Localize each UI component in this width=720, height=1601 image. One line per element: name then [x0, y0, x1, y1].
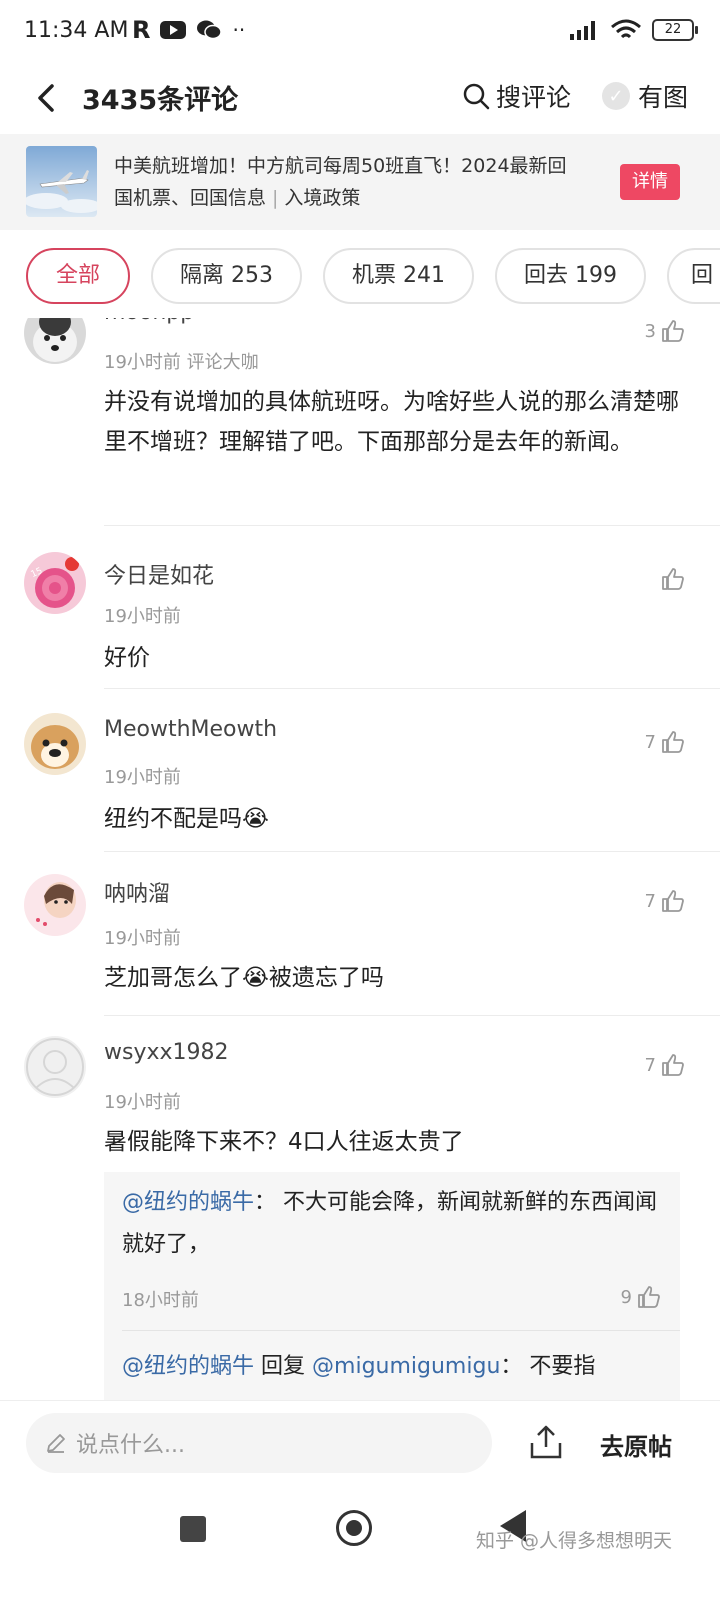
- avatar[interactable]: [24, 318, 86, 364]
- wechat-icon: [197, 20, 223, 40]
- like-count: 7: [644, 890, 656, 912]
- tab-quarantine[interactable]: 隔离 253: [151, 248, 302, 304]
- header: 3435条评论 搜评论 ✓ 有图: [0, 64, 720, 134]
- comment-input-placeholder: 说点什么...: [76, 1433, 185, 1458]
- comment-author[interactable]: moonpp: [104, 318, 194, 325]
- tab-go-back[interactable]: 回去 199: [495, 248, 646, 304]
- comment-text: 暑假能降下来不？4口人往返太贵了: [104, 1129, 464, 1155]
- crying-emoji: 😭: [242, 965, 269, 991]
- comment-item: MeowthMeowth 19小时前 7 纽约不配是吗😭: [0, 689, 720, 852]
- divider: [122, 1330, 680, 1331]
- comment-item: wsyxx1982 19小时前 7 暑假能降下来不？4口人往返太贵了 @纽约的蜗…: [0, 1016, 720, 1400]
- comment-meta: 19小时前 评论大咖: [104, 352, 259, 373]
- page-title: 3435条评论: [82, 85, 239, 116]
- back-arrow-icon[interactable]: [28, 78, 68, 118]
- comment-item: moonpp 19小时前 评论大咖 3 并没有说增加的具体航班呀。为啥好些人说的…: [0, 318, 720, 526]
- filter-tabs: 全部 隔离 253 机票 241 回去 199 回: [0, 248, 720, 308]
- banner-headline[interactable]: 中美航班增加！中方航司每周50班直飞！2024最新回 国机票、回国信息 | 入境政策: [114, 150, 610, 214]
- avatar[interactable]: 15: [24, 552, 86, 614]
- like-button[interactable]: 9: [621, 1284, 662, 1310]
- like-button[interactable]: 7: [645, 1052, 686, 1078]
- ad-banner[interactable]: 中美航班增加！中方航司每周50班直飞！2024最新回 国机票、回国信息 | 入境政策…: [0, 134, 720, 230]
- search-comments-label: 搜评论: [496, 83, 572, 112]
- comment-author[interactable]: wsyxx1982: [104, 1040, 229, 1065]
- thumbs-up-icon: [662, 568, 684, 590]
- wifi-icon: [611, 19, 641, 39]
- comment-author[interactable]: MeowthMeowth: [104, 717, 277, 742]
- banner-line-2a: 国机票、回国信息: [114, 187, 267, 209]
- reply-author-mention[interactable]: @纽约的蜗牛: [122, 1354, 254, 1379]
- like-button[interactable]: [660, 566, 686, 592]
- reply-item[interactable]: @纽约的蜗牛： 不大可能会降，新闻就新鲜的东西闻闻就好了，: [122, 1182, 662, 1266]
- more-notifications-icon: ··: [232, 18, 246, 42]
- comment-author[interactable]: 今日是如花: [104, 558, 214, 590]
- r-app-icon: R: [132, 16, 151, 44]
- battery-icon: 22: [652, 19, 698, 41]
- youtube-icon: [160, 21, 187, 39]
- comment-text: 并没有说增加的具体航班呀。为啥好些人说的那么清楚哪里不增班？理解错了吧。下面那部…: [104, 389, 679, 455]
- recent-apps-icon[interactable]: [180, 1516, 206, 1542]
- has-image-toggle[interactable]: ✓ 有图: [602, 78, 688, 114]
- like-button[interactable]: 7: [645, 729, 686, 755]
- thumbs-up-icon: [662, 890, 684, 912]
- comment-item: 呐呐溜 19小时前 7 芝加哥怎么了😭被遗忘了吗: [0, 852, 720, 1016]
- thumbs-up-icon: [662, 731, 684, 753]
- status-bar: 11:34 AM R ·· 22: [0, 0, 720, 64]
- like-count: 7: [644, 731, 656, 753]
- comment-text: 好价: [104, 645, 150, 671]
- banner-separator: |: [272, 187, 279, 209]
- reply-text: 不要指: [529, 1354, 596, 1379]
- thumbs-up-icon: [638, 1286, 660, 1308]
- search-comments-button[interactable]: 搜评论: [462, 78, 571, 114]
- avatar[interactable]: [24, 713, 86, 775]
- like-count: 7: [644, 1054, 656, 1076]
- comment-text: 纽约不配是吗😭: [104, 806, 269, 832]
- home-icon[interactable]: [336, 1510, 372, 1546]
- search-icon: [463, 83, 490, 110]
- reply-author-mention[interactable]: @纽约的蜗牛: [122, 1190, 254, 1215]
- reply-item[interactable]: @纽约的蜗牛 回复 @migumigumigu： 不要指: [122, 1346, 662, 1388]
- thumbs-up-icon: [662, 320, 684, 342]
- reply-thread[interactable]: @纽约的蜗牛： 不大可能会降，新闻就新鲜的东西闻闻就好了， 18小时前 9 @纽…: [104, 1172, 680, 1400]
- banner-line-1: 中美航班增加！中方航司每周50班直飞！2024最新回: [114, 155, 567, 177]
- like-button[interactable]: 7: [645, 888, 686, 914]
- tab-tickets[interactable]: 机票 241: [323, 248, 474, 304]
- go-to-original-post-button[interactable]: 去原帖: [600, 1427, 672, 1462]
- like-button[interactable]: 3: [645, 318, 686, 344]
- like-count: 9: [620, 1286, 632, 1308]
- avatar[interactable]: [24, 874, 86, 936]
- comment-meta: 19小时前: [104, 928, 181, 949]
- like-count: 3: [644, 320, 656, 342]
- airplane-image: [26, 146, 97, 217]
- banner-line-2b: 入境政策: [284, 187, 361, 209]
- thumbs-up-icon: [662, 1054, 684, 1076]
- detail-button[interactable]: 详情: [620, 164, 680, 200]
- comment-text: 芝加哥怎么了😭被遗忘了吗: [104, 965, 384, 991]
- status-time: 11:34 AM: [24, 18, 129, 43]
- system-nav-bar: 知乎 @人得多想想明天: [0, 1490, 720, 1601]
- comment-meta: 19小时前: [104, 1092, 181, 1113]
- tab-all[interactable]: 全部: [26, 248, 130, 304]
- tab-more[interactable]: 回: [667, 248, 720, 304]
- watermark: 知乎 @人得多想想明天: [476, 1530, 673, 1552]
- comment-meta: 19小时前: [104, 606, 181, 627]
- comment-input[interactable]: 说点什么...: [26, 1413, 492, 1473]
- has-image-label: 有图: [638, 83, 689, 112]
- reply-target-mention[interactable]: @migumigumigu: [312, 1354, 500, 1379]
- bottom-bar: 说点什么... 去原帖: [0, 1400, 720, 1488]
- comment-list: moonpp 19小时前 评论大咖 3 并没有说增加的具体航班呀。为啥好些人说的…: [0, 318, 720, 1400]
- signal-icon: [570, 21, 595, 40]
- comment-item: 15 今日是如花 19小时前 好价: [0, 526, 720, 689]
- avatar[interactable]: [24, 1036, 86, 1098]
- pencil-icon: [47, 1434, 65, 1453]
- comment-author[interactable]: 呐呐溜: [104, 876, 170, 908]
- reply-meta: 18小时前: [122, 1290, 199, 1311]
- check-icon: ✓: [602, 82, 630, 110]
- share-icon[interactable]: [526, 1423, 566, 1463]
- comment-meta: 19小时前: [104, 767, 181, 788]
